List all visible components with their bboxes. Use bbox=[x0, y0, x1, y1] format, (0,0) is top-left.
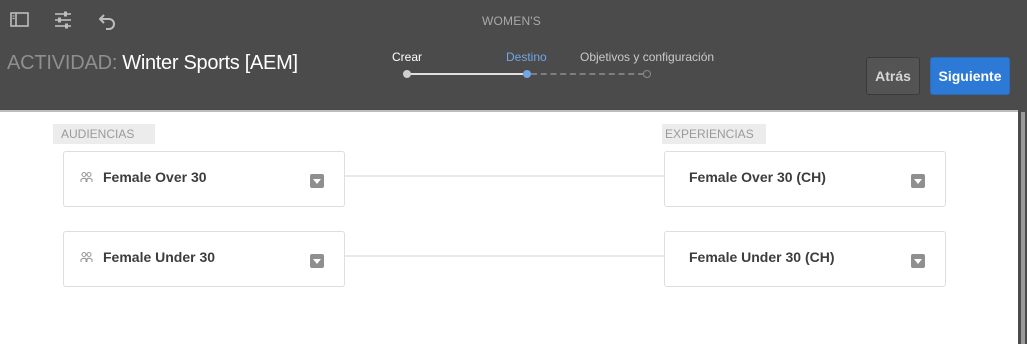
app-root: WOMEN'S ACTIVIDAD: Winter Sports [AEM] Cr… bbox=[0, 0, 1027, 344]
experiences-header: EXPERIENCIAS bbox=[662, 124, 766, 144]
dropdown-arrow-icon[interactable] bbox=[911, 254, 925, 268]
audience-experience-connector bbox=[345, 175, 664, 177]
activity-name: Winter Sports [AEM] bbox=[122, 52, 298, 74]
step-objetivos[interactable]: Objetivos y configuración bbox=[580, 50, 714, 64]
stepper-remaining-line bbox=[531, 73, 644, 75]
audience-card[interactable]: Female Under 30 bbox=[63, 231, 345, 287]
people-icon bbox=[80, 251, 93, 264]
step-destino[interactable]: Destino bbox=[506, 50, 547, 64]
audience-card[interactable]: Female Over 30 bbox=[63, 151, 345, 207]
dropdown-arrow-icon[interactable] bbox=[911, 174, 925, 188]
experience-name: Female Under 30 (CH) bbox=[689, 249, 835, 265]
audience-name: Female Over 30 bbox=[103, 169, 207, 185]
step-objetivos-dot bbox=[643, 70, 651, 78]
stepper-progress-line bbox=[410, 73, 523, 75]
audience-experience-connector bbox=[345, 255, 664, 257]
step-crear[interactable]: Crear bbox=[392, 50, 422, 64]
audiences-header: AUDIENCIAS bbox=[53, 124, 155, 144]
dropdown-arrow-icon[interactable] bbox=[310, 174, 324, 188]
scrollbar[interactable] bbox=[1018, 0, 1027, 344]
experience-name: Female Over 30 (CH) bbox=[689, 169, 826, 185]
step-destino-dot bbox=[523, 70, 531, 78]
header-divider bbox=[0, 110, 1027, 112]
experience-card[interactable]: Female Under 30 (CH) bbox=[664, 231, 946, 287]
experience-card[interactable]: Female Over 30 (CH) bbox=[664, 151, 946, 207]
header-bar: WOMEN'S ACTIVIDAD: Winter Sports [AEM] Cr… bbox=[0, 0, 1027, 111]
audience-name: Female Under 30 bbox=[103, 249, 216, 265]
activity-prefix: ACTIVIDAD: bbox=[7, 52, 118, 74]
people-icon bbox=[80, 171, 93, 184]
scrollbar-thumb[interactable] bbox=[1021, 112, 1025, 344]
window-title: WOMEN'S bbox=[481, 14, 542, 28]
step-crear-dot bbox=[403, 70, 411, 78]
activity-title: ACTIVIDAD: Winter Sports [AEM] bbox=[7, 52, 298, 75]
dropdown-arrow-icon[interactable] bbox=[310, 254, 324, 268]
next-button[interactable]: Siguiente bbox=[930, 57, 1010, 95]
back-button[interactable]: Atrás bbox=[866, 57, 920, 95]
